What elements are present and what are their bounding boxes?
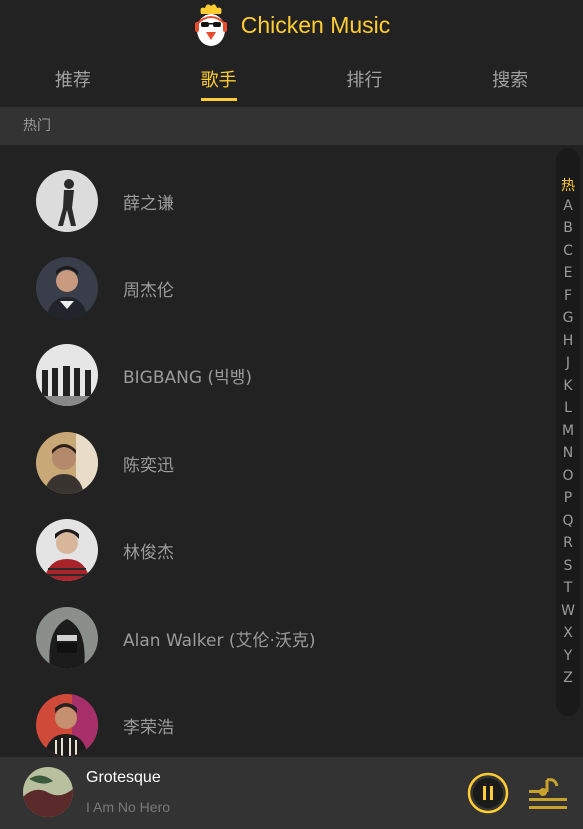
alphabet-shortcut[interactable]: 热 A B C E F G H J K L M N O P Q R S T W …: [556, 148, 580, 716]
singer-name: 李荣浩: [123, 717, 174, 738]
singer-list[interactable]: 薛之谦 周杰伦 BIGBANG (빅뱅) 陈奕迅 林俊杰 Alan Walker…: [0, 145, 550, 757]
app-title: Chicken Music: [240, 11, 391, 38]
shortcut-item[interactable]: A: [556, 198, 580, 214]
shortcut-item[interactable]: F: [556, 288, 580, 304]
tab-rank[interactable]: 排行: [292, 52, 438, 106]
shortcut-item[interactable]: B: [556, 220, 580, 236]
shortcut-item[interactable]: N: [556, 445, 580, 461]
shortcut-item[interactable]: W: [556, 603, 580, 619]
avatar: [36, 432, 98, 494]
shortcut-item[interactable]: P: [556, 490, 580, 506]
chicken-logo-icon: [194, 4, 227, 46]
shortcut-item[interactable]: K: [556, 378, 580, 394]
singer-name: Alan Walker (艾伦·沃克): [123, 630, 316, 651]
singer-name: BIGBANG (빅뱅): [123, 367, 252, 388]
tab-underline: [492, 98, 528, 101]
avatar: [36, 519, 98, 581]
shortcut-item[interactable]: Y: [556, 648, 580, 664]
group-title: 热门: [0, 107, 583, 145]
avatar: [36, 170, 98, 232]
list-item[interactable]: BIGBANG (빅뱅): [0, 331, 540, 419]
tab-search[interactable]: 搜索: [437, 52, 583, 106]
shortcut-item[interactable]: O: [556, 468, 580, 484]
avatar: [36, 257, 98, 319]
shortcut-item[interactable]: R: [556, 535, 580, 551]
list-item[interactable]: Alan Walker (艾伦·沃克): [0, 594, 540, 682]
tab-label: 歌手: [200, 70, 237, 91]
tab-label: 推荐: [54, 70, 91, 91]
tab-label: 排行: [346, 70, 383, 91]
singer-name: 薛之谦: [123, 193, 174, 214]
song-artist: I Am No Hero: [86, 799, 171, 815]
shortcut-item[interactable]: T: [556, 580, 580, 596]
list-item[interactable]: 薛之谦: [0, 157, 540, 245]
shortcut-item[interactable]: X: [556, 625, 580, 641]
tab-underline: [200, 98, 237, 101]
shortcut-item[interactable]: H: [556, 333, 580, 349]
tab-underline: [346, 98, 382, 101]
shortcut-item[interactable]: M: [556, 423, 580, 439]
shortcut-item[interactable]: C: [556, 243, 580, 259]
shortcut-item[interactable]: E: [556, 265, 580, 281]
list-item[interactable]: 林俊杰: [0, 506, 540, 594]
shortcut-item[interactable]: G: [556, 310, 580, 326]
avatar: [36, 607, 98, 669]
pause-icon[interactable]: [467, 772, 509, 814]
shortcut-item[interactable]: Z: [556, 670, 580, 686]
tab-bar: 推荐 歌手 排行 搜索: [0, 52, 583, 106]
album-cover[interactable]: [23, 767, 73, 817]
app-header: Chicken Music: [0, 0, 583, 50]
avatar: [36, 344, 98, 406]
shortcut-item[interactable]: Q: [556, 513, 580, 529]
tab-singer[interactable]: 歌手: [146, 52, 292, 106]
tab-label: 搜索: [492, 70, 529, 91]
tab-underline: [55, 98, 91, 101]
singer-name: 陈奕迅: [123, 455, 174, 476]
list-item[interactable]: 陈奕迅: [0, 419, 540, 507]
mini-player[interactable]: Grotesque I Am No Hero: [0, 757, 583, 829]
playlist-icon[interactable]: [529, 776, 569, 810]
list-item[interactable]: 周杰伦: [0, 244, 540, 332]
avatar: [36, 694, 98, 756]
singer-name: 周杰伦: [123, 280, 174, 301]
shortcut-item[interactable]: L: [556, 400, 580, 416]
singer-name: 林俊杰: [123, 542, 174, 563]
song-title: Grotesque: [86, 769, 161, 786]
tab-recommend[interactable]: 推荐: [0, 52, 146, 106]
shortcut-item[interactable]: S: [556, 558, 580, 574]
list-item[interactable]: 李荣浩: [0, 681, 540, 757]
shortcut-item[interactable]: J: [556, 355, 580, 371]
shortcut-item[interactable]: 热: [556, 175, 580, 195]
